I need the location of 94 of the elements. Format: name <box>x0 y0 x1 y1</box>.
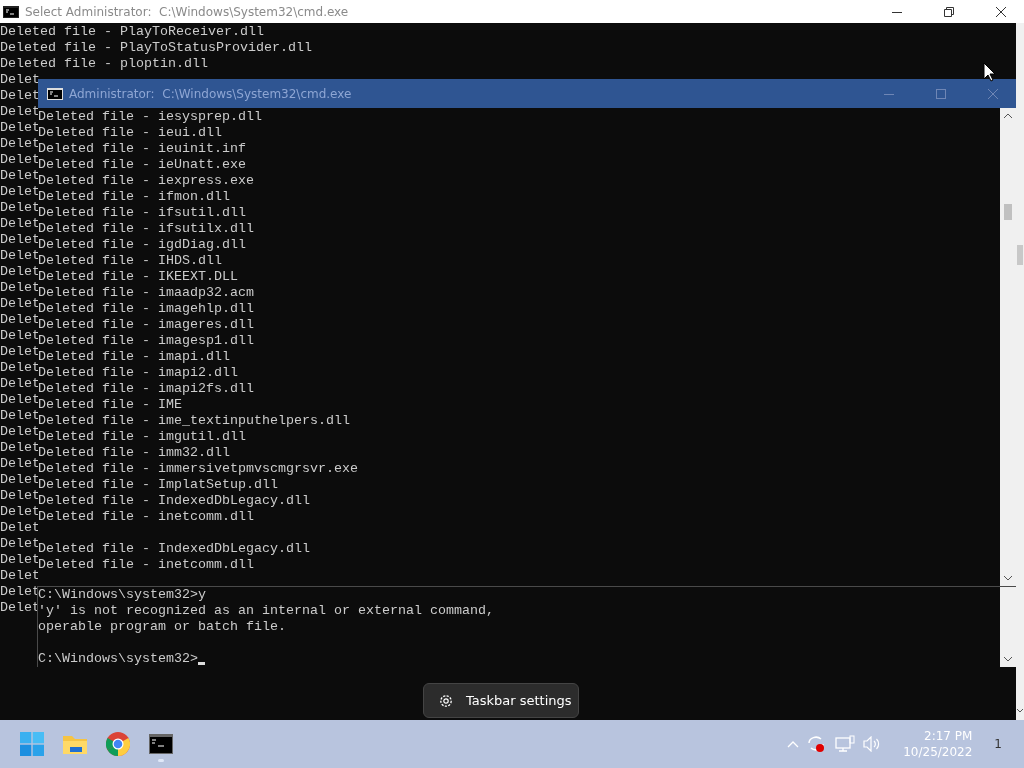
console-icon <box>3 5 19 18</box>
console-line: Deleted file - imm32.dll <box>38 445 231 461</box>
window-title: Select Administrator: C:\Windows\System32\cmd.exe <box>25 4 349 19</box>
console-line: Delet <box>0 376 40 391</box>
start-icon[interactable] <box>20 732 44 756</box>
console-line: Deleted file - imageres.dll <box>38 317 255 333</box>
settings-icon <box>438 692 454 709</box>
console-line: Delet <box>0 424 40 439</box>
console-line: Deleted file - ifsutilx.dll <box>38 221 255 237</box>
console-icon <box>47 87 63 100</box>
pointer-icon <box>983 62 996 82</box>
console-line: Delet <box>0 360 40 375</box>
console-line: Delet <box>0 408 40 423</box>
network-icon[interactable] <box>835 735 856 753</box>
console-line: Deleted file - ImplatSetup.dll <box>38 477 279 493</box>
scrollbar-thumb[interactable] <box>1004 204 1012 220</box>
console-line: Delet <box>0 600 40 616</box>
running-indicator <box>158 759 164 762</box>
console-line: Delet <box>0 488 40 503</box>
console-line: Deleted file - inetcomm.dll <box>38 557 255 573</box>
window-title: Administrator: C:\Windows\System32\cmd.exe <box>69 86 352 101</box>
console-line: Delet <box>0 248 40 263</box>
console-line: Delet <box>0 520 40 536</box>
console-line: Deleted file - PlayToReceiver.dll <box>0 24 264 40</box>
console-line: Delet <box>0 552 40 567</box>
console-line: Deleted file - iexpress.exe <box>38 173 255 189</box>
console-line: Deleted file - IndexedDbLegacy.dll <box>38 493 311 509</box>
console-line: Delet <box>0 72 40 88</box>
console-line: Delet <box>0 136 40 151</box>
scrollbar[interactable] <box>1000 587 1016 667</box>
console-line: Delet <box>0 440 40 455</box>
console-line: Deleted file - inetcomm.dll <box>38 509 255 525</box>
clock-date[interactable]: 10/25/2022 <box>903 744 973 760</box>
console-line: Delet <box>0 168 40 183</box>
console-line: Deleted file - imagesp1.dll <box>38 333 255 349</box>
text-cursor <box>197 662 205 665</box>
console-line: Delet <box>0 568 40 584</box>
console-line: Delet <box>0 184 40 199</box>
console-line: Deleted file - imapi2.dll <box>38 365 239 381</box>
browser-icon[interactable] <box>106 732 130 756</box>
scrollbar-thumb[interactable] <box>1017 245 1023 265</box>
console-line: Delet <box>0 120 40 135</box>
console-line: Deleted file - ieUnatt.exe <box>38 157 247 173</box>
console-line: Deleted file - immersivetpmvscmgrsvr.exe <box>38 461 359 477</box>
console-line: Deleted file - iesysprep.dll <box>38 109 263 125</box>
console-line: Delet <box>0 232 40 247</box>
console-line: Deleted file - IndexedDbLegacy.dll <box>38 541 311 557</box>
console-line: Deleted file - imapi2fs.dll <box>38 381 255 397</box>
notification-count[interactable]: 1 <box>994 737 1002 751</box>
console-line: Delet <box>0 456 40 471</box>
console-line: Delet <box>0 216 40 231</box>
console-line: Delet <box>0 104 40 119</box>
console-line: Deleted file - IHDS.dll <box>38 253 223 269</box>
console-line: Deleted file - PlayToStatusProvider.dll <box>0 40 312 56</box>
console-line: Delet <box>0 200 40 215</box>
console-line: Delet <box>0 344 40 359</box>
restore-icon <box>944 6 954 17</box>
console-line: C:\Windows\system32> <box>38 651 198 667</box>
console-line: Delet <box>0 312 40 327</box>
console-line: Delet <box>0 264 40 279</box>
console-line: Delet <box>0 536 40 551</box>
console-line: Delet <box>0 280 40 295</box>
console-line: Delet <box>0 392 40 407</box>
tooltip-label: Taskbar settings <box>466 693 572 708</box>
console-line: C:\Windows\system32>y <box>38 587 206 603</box>
console-icon[interactable] <box>149 734 173 754</box>
console-line: Deleted file - IME <box>38 397 183 413</box>
console-line: Delet <box>0 328 40 343</box>
console-line: Deleted file - ifmon.dll <box>38 189 231 205</box>
console-line: Deleted file - ieuinit.inf <box>38 141 247 157</box>
close-icon <box>996 6 1006 17</box>
console-line: Delet <box>0 296 40 311</box>
clock-time[interactable]: 2:17 PM <box>924 728 973 744</box>
scrollbar[interactable] <box>1016 23 1024 720</box>
close-icon <box>988 88 998 99</box>
console-line: Deleted file - ploptin.dll <box>0 56 208 72</box>
scrollbar[interactable] <box>1000 108 1016 586</box>
volume-icon[interactable] <box>863 736 882 752</box>
console-line: Deleted file - imapi.dll <box>38 349 231 365</box>
console-line: Delet <box>0 472 40 487</box>
console-line: Delet <box>0 504 40 519</box>
console-line: Deleted file - imgutil.dll <box>38 429 247 445</box>
console-line: Delet <box>0 152 40 167</box>
console-line: Deleted file - imagehlp.dll <box>38 301 255 317</box>
console-line: Deleted file - IKEEXT.DLL <box>38 269 239 285</box>
console-line: Deleted file - igdDiag.dll <box>38 237 247 253</box>
console-line: Deleted file - ime_textinputhelpers.dll <box>38 413 351 429</box>
console-line: 'y' is not recognized as an internal or external command, <box>38 603 494 619</box>
console-line: Deleted file - imaadp32.acm <box>38 285 255 301</box>
maximize-icon <box>936 88 946 99</box>
console-line: operable program or batch file. <box>38 619 286 635</box>
console-line: Deleted file - ifsutil.dll <box>38 205 247 221</box>
console-line: Delet <box>0 88 40 104</box>
console-line: Deleted file - ieui.dll <box>38 125 223 141</box>
